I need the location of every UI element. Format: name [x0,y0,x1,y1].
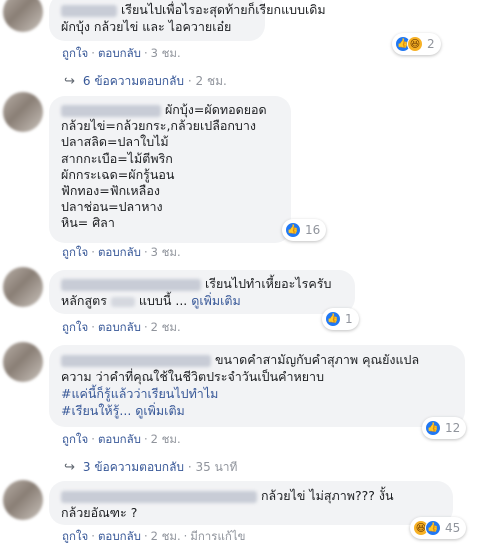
hashtag-link[interactable]: #แค่นี้ก็รู้แล้วว่าเรียนไปทำไม [61,385,453,402]
comment-actions: ถูกใจ · ตอบกลับ · 3 ชม. [62,245,181,259]
comment-text: เรียนไปเพื่อไรอะสุดท้ายก็เรียกแบบเดิม [120,2,326,17]
reply-button[interactable]: ตอบกลับ [98,46,141,60]
comment-text: กล้วยไข่ ไม่สุภาพ??? งั้น [260,488,394,503]
comment-text: ความ ว่าคำที่คุณใช้ในชีวิตประจำวันเป็นคำ… [61,369,325,384]
reaction-count: 45 [445,521,461,535]
comment-text: แบบนี้ ... [138,293,188,308]
reply-arrow-icon: ↪ [64,74,75,89]
reaction-count: 12 [445,421,461,435]
comment-text-line: หลักสูตร แบบนี้ ... ดูเพิ่มเติม [61,292,343,309]
reaction-summary[interactable]: 👍 1 [322,308,359,330]
comment-text: ผักบุ้ง=ผัดทอดยอด [164,102,267,117]
avatar[interactable] [3,0,43,32]
reply-count-text[interactable]: 6 ข้อความตอบกลับ [83,74,184,88]
comment-timestamp[interactable]: 2 ชม. [151,529,181,543]
avatar[interactable] [3,267,43,307]
reply-time: 2 ชม. [195,74,227,88]
comment-bubble: ผักบุ้ง=ผัดทอดยอด กล้วยไข่=กล้วยกระ,กล้ว… [49,96,291,243]
comment-text: ปลาช่อน=ปลาหาง [61,199,163,215]
like-icon: 👍 [425,420,441,436]
reaction-summary[interactable]: 👍 12 [422,417,467,439]
comment-timestamp[interactable]: 3 ชม. [151,245,181,259]
comment-text: ขนาดคำสามัญกับคำสุภาพ คุณยังแปล [214,352,420,367]
like-button[interactable]: ถูกใจ [62,529,88,543]
comment-text: ปลาสลิด=ปลาใบไม้ [61,134,169,150]
comment-actions: ถูกใจ · ตอบกลับ · 2 ชม. · มีการแก้ไข [62,529,246,543]
comment-timestamp[interactable]: 3 ชม. [151,46,181,60]
reaction-count: 1 [345,312,353,326]
reaction-summary[interactable]: 😆 👍 45 [410,517,467,539]
commenter-name[interactable] [61,4,117,17]
comment-text: สากกะเบือ=ไม้ตีพริก [61,150,173,166]
comment-text: ผักกระเฉด=ผักรู้นอน [61,166,175,182]
view-replies-link[interactable]: ↪ 3 ข้อความตอบกลับ · 35 นาที [64,458,237,477]
comment-text: เรียนไปทำเหี้ยอะไรครับ [204,276,332,291]
like-button[interactable]: ถูกใจ [62,46,88,60]
redacted-word [110,296,135,307]
comment-text-line: #เรียนให้รู้... ดูเพิ่มเติม [61,402,453,419]
comment-text-line: เรียนไปทำเหี้ยอะไรครับ [61,275,343,292]
like-button[interactable]: ถูกใจ [62,432,88,446]
comment-text: หลักสูตร [61,293,107,308]
like-icon: 👍 [425,520,441,536]
comment-bubble: กล้วยไข่ ไม่สุภาพ??? งั้น กล้วยอัณฑะ ? [49,481,453,525]
like-button[interactable]: ถูกใจ [62,320,88,334]
reply-button[interactable]: ตอบกลับ [98,432,141,446]
comment-text-line: เรียนไปเพื่อไรอะสุดท้ายก็เรียกแบบเดิม [61,1,326,18]
like-button[interactable]: ถูกใจ [62,245,88,259]
reply-button[interactable]: ตอบกลับ [98,529,141,543]
avatar[interactable] [3,480,43,520]
reaction-summary[interactable]: 👍 😆 2 [392,33,441,55]
like-icon: 👍 [325,311,341,327]
comment-text-line: ขนาดคำสามัญกับคำสุภาพ คุณยังแปล [61,351,453,368]
reaction-count: 2 [427,37,435,51]
comment-text: กล้วยไข่=กล้วยกระ,กล้วยเปลือกบาง [61,118,256,134]
like-icon: 👍 [285,222,301,238]
commenter-name[interactable] [61,490,257,503]
see-more-link[interactable]: ดูเพิ่มเติม [135,403,185,418]
comment-bubble: ขนาดคำสามัญกับคำสุภาพ คุณยังแปล ความ ว่า… [49,345,465,427]
reply-count-text[interactable]: 3 ข้อความตอบกลับ [83,460,184,474]
avatar[interactable] [3,92,43,132]
hashtag-link[interactable]: #เรียนให้รู้... [61,403,131,418]
comment-text: ฟักทอง=ฟักเหลือง [61,183,160,199]
comment-text: หิน= ศิลา [61,215,115,231]
avatar[interactable] [3,342,43,382]
haha-icon: 😆 [407,36,423,52]
reaction-count: 16 [305,223,321,237]
comment-timestamp[interactable]: 2 ชม. [151,432,181,446]
commenter-name[interactable] [61,278,201,291]
comment-actions: ถูกใจ · ตอบกลับ · 2 ชม. [62,432,181,446]
edited-label[interactable]: มีการแก้ไข [190,529,245,543]
comment-text-line: กล้วยไข่ ไม่สุภาพ??? งั้น [61,487,441,504]
comment-text: กล้วยอัณฑะ ? [61,505,138,520]
reaction-summary[interactable]: 👍 16 [282,219,327,241]
comment-actions: ถูกใจ · ตอบกลับ · 2 ชม. [62,320,181,334]
reply-button[interactable]: ตอบกลับ [98,245,141,259]
comment-timestamp[interactable]: 2 ชม. [151,320,181,334]
commenter-name[interactable] [61,104,161,117]
reply-arrow-icon: ↪ [64,460,75,475]
commenter-name[interactable] [61,354,211,367]
comment-actions: ถูกใจ · ตอบกลับ · 3 ชม. [62,46,181,60]
comment-bubble: เรียนไปเพื่อไรอะสุดท้ายก็เรียกแบบเดิม ผั… [49,0,326,41]
see-more-link[interactable]: ดูเพิ่มเติม [191,293,241,308]
comment-text-line: ผักบุ้ง=ผัดทอดยอด [61,102,279,118]
reply-button[interactable]: ตอบกลับ [98,320,141,334]
view-replies-link[interactable]: ↪ 6 ข้อความตอบกลับ · 2 ชม. [64,72,227,91]
comment-text: ผักบุ้ง กล้วยไข่ และ ไอควายเอ๋ย [61,19,232,34]
reply-time: 35 นาที [195,460,238,474]
comment-bubble: เรียนไปทำเหี้ยอะไรครับ หลักสูตร แบบนี้ .… [49,270,355,314]
